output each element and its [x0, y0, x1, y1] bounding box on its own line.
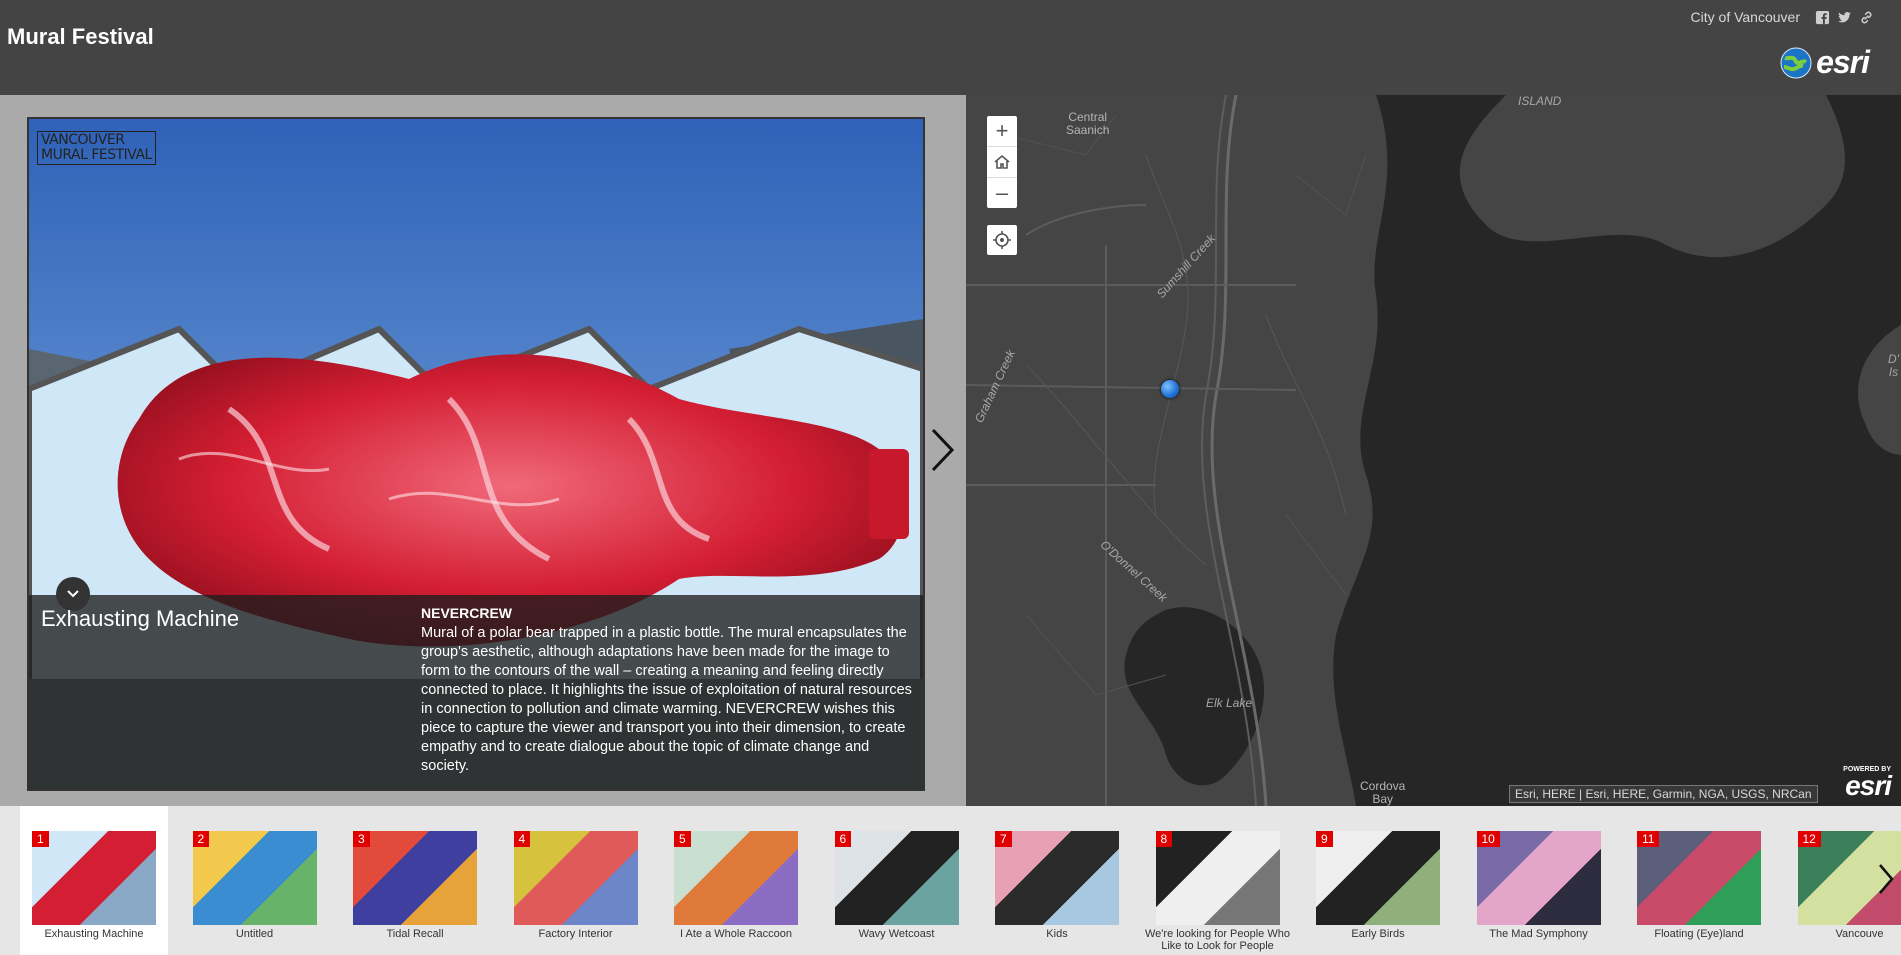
chevron-down-icon	[67, 590, 79, 598]
carousel-item[interactable]: 9 Early Birds	[1304, 806, 1452, 955]
carousel-item[interactable]: 5 I Ate a Whole Raccoon	[662, 806, 810, 955]
carousel-item[interactable]: 2 Untitled	[181, 806, 329, 955]
carousel-item-number: 7	[995, 831, 1012, 847]
locate-button[interactable]	[987, 225, 1017, 255]
watermark-line-1: VANCOUVER	[41, 132, 125, 148]
powered-esri-logo: esri	[1845, 770, 1892, 801]
mural-thumbnail	[995, 831, 1119, 925]
mural-carousel: 1 Exhausting Machine 2 Untitled 3 Tidal Recal…	[0, 806, 1901, 955]
carousel-item-label: Exhausting Machine	[44, 928, 144, 940]
carousel-item-number: 11	[1637, 831, 1660, 847]
map-attribution: Esri, HERE | Esri, HERE, Garmin, NGA, US…	[1509, 785, 1818, 803]
carousel-item[interactable]: 4 Factory Interior	[502, 806, 650, 955]
home-icon	[994, 154, 1010, 169]
map-label-elk-lake: Elk Lake	[1206, 696, 1253, 710]
twitter-icon[interactable]	[1836, 9, 1852, 25]
carousel-item-number: 5	[674, 831, 691, 847]
carousel-next-button[interactable]	[1871, 854, 1901, 904]
carousel-item-label: Wavy Wetcoast	[858, 928, 935, 940]
carousel-item-number: 8	[1155, 831, 1173, 847]
org-link[interactable]: City of Vancouver	[1691, 9, 1800, 25]
carousel-item-label: I Ate a Whole Raccoon	[680, 928, 792, 940]
chevron-right-icon	[1879, 864, 1894, 894]
artist-name: NEVERCREW	[421, 605, 513, 621]
next-mural-button[interactable]	[925, 420, 960, 480]
carousel-item[interactable]: 1 Exhausting Machine	[20, 806, 168, 955]
carousel-item-label: Factory Interior	[538, 928, 613, 940]
map-panel[interactable]: Central Saanich ISLAND Sumshill Creek Gra…	[966, 95, 1901, 806]
mural-location-marker[interactable]	[1161, 380, 1179, 398]
header-links: City of Vancouver	[1691, 9, 1874, 25]
map-label-cordova-bay: Cordova Bay	[1360, 779, 1406, 806]
carousel-item-number: 1	[32, 831, 49, 847]
crosshair-icon	[993, 231, 1011, 249]
zoom-controls: + –	[987, 116, 1017, 208]
caption-panel: Exhausting Machine NEVERCREW Mural of a …	[29, 577, 923, 789]
zoom-in-button[interactable]: +	[987, 116, 1017, 147]
carousel-item-label: Untitled	[235, 928, 274, 940]
carousel-item-number: 3	[353, 831, 370, 847]
mural-thumbnail	[1155, 831, 1280, 925]
carousel-item[interactable]: 3 Tidal Recall	[341, 806, 489, 955]
zoom-out-button[interactable]: –	[987, 178, 1017, 208]
chevron-right-icon	[931, 428, 954, 472]
basemap	[966, 95, 1901, 806]
home-button[interactable]	[987, 147, 1017, 178]
facebook-icon[interactable]	[1814, 9, 1830, 25]
map-label-d-is: D' Is	[1888, 352, 1899, 379]
carousel-item-label: Early Birds	[1351, 928, 1405, 940]
mural-thumbnail	[32, 831, 156, 925]
carousel-item-number: 12	[1797, 831, 1821, 847]
carousel-item-label: Kids	[1046, 928, 1068, 940]
carousel-item[interactable]: 7 Kids	[983, 806, 1131, 955]
carousel-item[interactable]: 6 Wavy Wetcoast	[823, 806, 971, 955]
esri-logo-text: esri	[1816, 44, 1870, 80]
carousel-item-number: 4	[513, 831, 531, 847]
carousel-item-label: Floating (Eye)land	[1654, 928, 1744, 940]
carousel-item-number: 6	[834, 831, 852, 847]
mural-thumbnail	[353, 831, 477, 925]
mural-thumbnail	[1316, 831, 1440, 925]
mural-thumbnail	[192, 831, 317, 925]
mural-thumbnail	[513, 831, 638, 925]
app-title: Mural Festival	[7, 24, 154, 49]
mural-thumbnail	[674, 831, 798, 925]
carousel-item[interactable]: 11 Floating (Eye)land	[1625, 806, 1773, 955]
carousel-item[interactable]: 10 The Mad Symphony	[1465, 806, 1613, 955]
powered-by-esri[interactable]: POWERED BY esri	[1843, 766, 1892, 801]
mural-description: Mural of a polar bear trapped in a plast…	[421, 625, 912, 774]
mural-festival-watermark: VANCOUVER MURAL FESTIVAL	[37, 131, 156, 165]
carousel-item-number: 2	[192, 831, 210, 847]
carousel-item-label: Vancouve	[1835, 928, 1884, 940]
mural-title: Exhausting Machine	[41, 606, 240, 631]
map-label-central-saanich: Central Saanich	[1066, 110, 1110, 137]
mural-photo: VANCOUVER MURAL FESTIVAL Exhausting Mach…	[27, 117, 925, 791]
carousel-item-label: The Mad Symphony	[1489, 928, 1588, 940]
carousel-item-label: We're looking for People Who Like to Loo…	[1145, 928, 1290, 952]
carousel-item-number: 9	[1316, 831, 1333, 847]
carousel-item-number: 10	[1476, 831, 1500, 847]
globe-icon	[1780, 47, 1812, 78]
esri-logo[interactable]: esri	[1780, 44, 1870, 81]
header: Mural Festival City of Vancouver esri	[0, 0, 1901, 95]
link-icon[interactable]	[1858, 9, 1874, 25]
mural-thumbnail	[834, 831, 959, 925]
carousel-item-label: Tidal Recall	[386, 928, 444, 940]
map-label-island: ISLAND	[1518, 95, 1562, 108]
watermark-line-2: MURAL FESTIVAL	[41, 147, 152, 163]
carousel-item[interactable]: 8 We're looking for People Who Like to Lo…	[1144, 806, 1292, 955]
media-panel: VANCOUVER MURAL FESTIVAL Exhausting Mach…	[0, 95, 966, 806]
